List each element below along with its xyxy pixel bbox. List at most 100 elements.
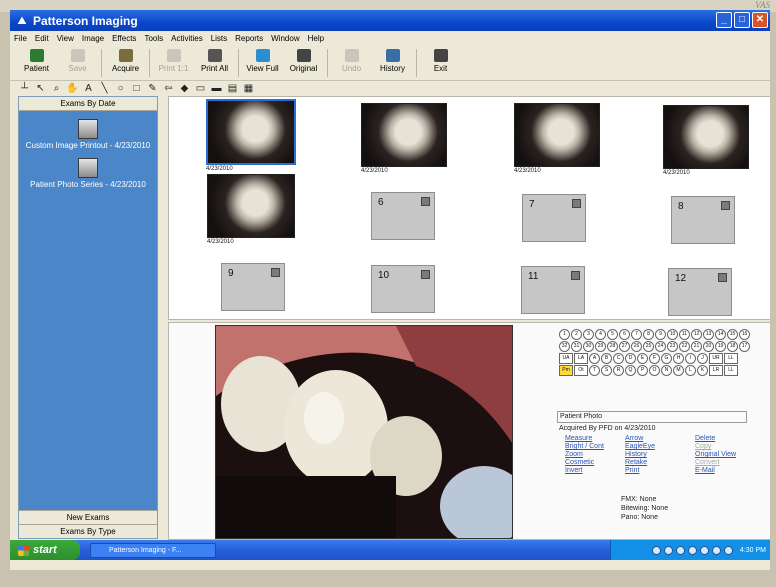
tray-icon[interactable] <box>651 545 661 555</box>
tooth-ll[interactable]: LL <box>724 353 738 364</box>
tooth-la[interactable]: LA <box>574 353 588 364</box>
tray-icon[interactable] <box>711 545 721 555</box>
tooth-c[interactable]: C <box>613 353 624 364</box>
pen-icon[interactable]: ✎ <box>146 82 159 95</box>
tooth-e[interactable]: E <box>637 353 648 364</box>
selected-photo[interactable] <box>215 325 513 539</box>
tray-icon[interactable] <box>663 545 673 555</box>
tooth-i[interactable]: I <box>685 353 696 364</box>
start-button[interactable]: start <box>10 540 80 560</box>
delete-link[interactable]: Delete <box>695 435 765 442</box>
tooth-s[interactable]: S <box>601 365 612 376</box>
retake-link[interactable]: Retake <box>625 459 695 466</box>
tooth-11[interactable]: 11 <box>679 329 690 340</box>
measure-link[interactable]: Measure <box>565 435 625 442</box>
exams-by-date-header[interactable]: Exams By Date <box>19 97 157 111</box>
cosmetic-link[interactable]: Cosmetic <box>565 459 625 466</box>
text-icon[interactable]: A <box>82 82 95 95</box>
tooth-3[interactable]: 3 <box>583 329 594 340</box>
tooth-30[interactable]: 30 <box>583 341 594 352</box>
rect-icon[interactable]: □ <box>130 82 143 95</box>
menu-view[interactable]: View <box>57 34 74 43</box>
maximize-button[interactable]: □ <box>734 12 750 28</box>
note-icon[interactable]: ▤ <box>226 82 239 95</box>
menu-file[interactable]: File <box>14 34 27 43</box>
tooth-q[interactable]: Q <box>625 365 636 376</box>
arrow-link[interactable]: Arrow <box>625 435 695 442</box>
callout-icon[interactable]: ▭ <box>194 82 207 95</box>
tooth-17[interactable]: 17 <box>739 341 750 352</box>
tooth-7[interactable]: 7 <box>631 329 642 340</box>
menu-activities[interactable]: Activities <box>171 34 203 43</box>
tooth-12[interactable]: 12 <box>691 329 702 340</box>
menu-effects[interactable]: Effects <box>112 34 136 43</box>
menu-edit[interactable]: Edit <box>35 34 49 43</box>
ellipse-icon[interactable]: ○ <box>114 82 127 95</box>
print-all-button[interactable]: Print All <box>194 47 235 79</box>
acquire-button[interactable]: Acquire <box>105 47 146 79</box>
tooth-4[interactable]: 4 <box>595 329 606 340</box>
hand-icon[interactable]: ✋ <box>66 82 79 95</box>
taskbar-item-patterson[interactable]: Patterson Imaging - F... <box>90 542 216 558</box>
undo-button[interactable]: Undo <box>331 47 372 79</box>
tooth-27[interactable]: 27 <box>619 341 630 352</box>
patient-button[interactable]: Patient <box>16 47 57 79</box>
sidebar-item-custom-printout[interactable]: Custom Image Printout - 4/23/2010 <box>19 119 157 150</box>
tooth-8[interactable]: 8 <box>643 329 654 340</box>
tooth-ur[interactable]: UR <box>709 353 723 364</box>
close-button[interactable]: ✕ <box>752 12 768 28</box>
sidebar-item-photo-series[interactable]: Patient Photo Series - 4/23/2010 <box>19 158 157 189</box>
tooth-32[interactable]: 32 <box>559 341 570 352</box>
grid-icon[interactable]: ▦ <box>242 82 255 95</box>
menu-tools[interactable]: Tools <box>144 34 163 43</box>
print-1-1-button[interactable]: Print 1:1 <box>153 47 194 79</box>
tooth-16[interactable]: 16 <box>739 329 750 340</box>
tooth-g[interactable]: G <box>661 353 672 364</box>
empty-slot-11[interactable]: 11 <box>521 266 585 314</box>
tooth-p[interactable]: P <box>637 365 648 376</box>
tooth-29[interactable]: 29 <box>595 341 606 352</box>
tooth-ua[interactable]: UA <box>559 353 573 364</box>
line-icon[interactable]: ╲ <box>98 82 111 95</box>
new-exams-button[interactable]: New Exams <box>19 510 157 524</box>
empty-slot-12[interactable]: 12 <box>668 268 732 316</box>
tooth-25[interactable]: 25 <box>643 341 654 352</box>
convert-link[interactable]: Convert <box>695 459 765 466</box>
empty-slot-10[interactable]: 10 <box>371 265 435 313</box>
print-link[interactable]: Print <box>625 467 695 474</box>
menu-window[interactable]: Window <box>271 34 299 43</box>
menu-lists[interactable]: Lists <box>211 34 227 43</box>
empty-slot-8[interactable]: 8 <box>671 196 735 244</box>
tooth-k[interactable]: K <box>697 365 708 376</box>
image-description-field[interactable]: Patient Photo <box>557 411 747 423</box>
tooth-r[interactable]: R <box>613 365 624 376</box>
tooth-l[interactable]: L <box>685 365 696 376</box>
eagleeye-link[interactable]: EagleEye <box>625 443 695 450</box>
tooth-28[interactable]: 28 <box>607 341 618 352</box>
tooth-23[interactable]: 23 <box>667 341 678 352</box>
tooth-20[interactable]: 20 <box>703 341 714 352</box>
tooth-26[interactable]: 26 <box>631 341 642 352</box>
color-picker-icon[interactable]: ◆ <box>178 82 191 95</box>
dropper-icon[interactable]: ┴ <box>18 82 31 95</box>
tooth-14[interactable]: 14 <box>715 329 726 340</box>
exams-by-type-button[interactable]: Exams By Type <box>19 524 157 538</box>
invert-link[interactable]: Invert <box>565 467 625 474</box>
tray-icon[interactable] <box>675 545 685 555</box>
empty-slot-6[interactable]: 6 <box>371 192 435 240</box>
tooth-13[interactable]: 13 <box>703 329 714 340</box>
tray-icon[interactable] <box>723 545 733 555</box>
tray-icon[interactable] <box>687 545 697 555</box>
empty-slot-7[interactable]: 7 <box>522 194 586 242</box>
tooth-o[interactable]: O <box>649 365 660 376</box>
minimize-button[interactable]: _ <box>716 12 732 28</box>
zoom-icon[interactable]: ⌕ <box>50 82 63 95</box>
tooth-a[interactable]: A <box>589 353 600 364</box>
tooth-f[interactable]: F <box>649 353 660 364</box>
tooth-15[interactable]: 15 <box>727 329 738 340</box>
tooth-10[interactable]: 10 <box>667 329 678 340</box>
pointer-icon[interactable]: ↖ <box>34 82 47 95</box>
tooth-2[interactable]: 2 <box>571 329 582 340</box>
tooth-lr[interactable]: LR <box>709 365 723 376</box>
empty-slot-9[interactable]: 9 <box>221 263 285 311</box>
